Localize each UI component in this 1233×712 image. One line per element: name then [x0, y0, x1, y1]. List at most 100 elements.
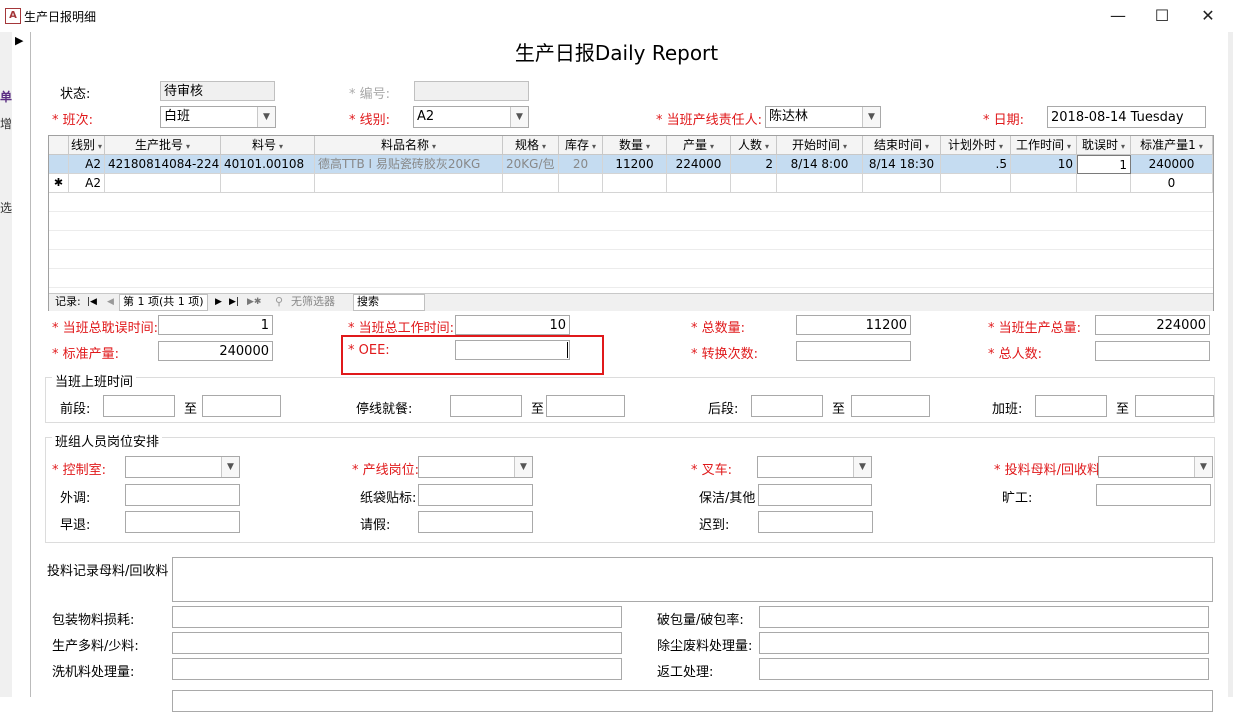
- rework-field[interactable]: [759, 658, 1209, 680]
- previous-record-icon[interactable]: ◀: [107, 294, 114, 310]
- select-all-corner[interactable]: [49, 136, 69, 155]
- chevron-down-icon[interactable]: ▼: [514, 457, 532, 477]
- table-cell[interactable]: [731, 174, 777, 193]
- filter-status[interactable]: 无筛选器: [291, 294, 335, 310]
- shift-combo[interactable]: 白班 ▼: [160, 106, 276, 128]
- table-cell[interactable]: [667, 174, 731, 193]
- dust-waste-field[interactable]: [759, 632, 1209, 654]
- table-cell[interactable]: 40101.00108: [221, 155, 315, 174]
- table-cell[interactable]: 0: [1131, 174, 1213, 193]
- new-record-nav-icon[interactable]: ▶✱: [247, 294, 261, 310]
- stop-start-field[interactable]: [450, 395, 522, 417]
- column-header[interactable]: 标准产量1 ▾: [1131, 136, 1213, 155]
- chevron-down-icon[interactable]: ▼: [1194, 457, 1212, 477]
- total-work-field[interactable]: 10: [455, 315, 570, 335]
- table-cell[interactable]: [1011, 174, 1077, 193]
- table-cell[interactable]: [1077, 174, 1131, 193]
- next-record-icon[interactable]: ▶: [215, 294, 222, 310]
- packaging-loss-field[interactable]: [172, 606, 622, 628]
- table-cell[interactable]: [105, 174, 221, 193]
- column-header[interactable]: 数量 ▾: [603, 136, 667, 155]
- table-cell[interactable]: [863, 174, 941, 193]
- back-end-field[interactable]: [851, 395, 930, 417]
- column-header[interactable]: 人数 ▾: [731, 136, 777, 155]
- total-qty-field[interactable]: 11200: [796, 315, 911, 335]
- table-cell[interactable]: [941, 174, 1011, 193]
- filter-icon[interactable]: ⚲: [275, 294, 283, 310]
- chevron-down-icon[interactable]: ▼: [257, 107, 275, 127]
- feed-material-combo[interactable]: ▼: [1098, 456, 1213, 478]
- column-header[interactable]: 料品名称 ▾: [315, 136, 503, 155]
- bag-label-field[interactable]: [418, 484, 533, 506]
- feed-record-field[interactable]: [172, 557, 1213, 602]
- column-header[interactable]: 耽误时 ▾: [1077, 136, 1131, 155]
- date-field[interactable]: 2018-08-14 Tuesday: [1047, 106, 1206, 128]
- column-header[interactable]: 结束时间 ▾: [863, 136, 941, 155]
- table-cell[interactable]: .5: [941, 155, 1011, 174]
- minimize-button[interactable]: —: [1098, 4, 1138, 28]
- chevron-down-icon[interactable]: ▼: [221, 457, 239, 477]
- maximize-button[interactable]: ☐: [1142, 4, 1182, 28]
- table-cell[interactable]: 8/14 8:00: [777, 155, 863, 174]
- table-cell[interactable]: 20KG/包: [503, 155, 559, 174]
- column-header[interactable]: 产量 ▾: [667, 136, 731, 155]
- close-button[interactable]: ✕: [1188, 4, 1228, 28]
- record-selector-bar[interactable]: [12, 32, 31, 697]
- column-header[interactable]: 生产批号 ▾: [105, 136, 221, 155]
- chevron-down-icon[interactable]: ▼: [853, 457, 871, 477]
- table-cell[interactable]: A2: [69, 174, 105, 193]
- total-people-field[interactable]: [1095, 341, 1210, 361]
- table-cell[interactable]: [503, 174, 559, 193]
- late-field[interactable]: [758, 511, 873, 533]
- table-cell[interactable]: [559, 174, 603, 193]
- front-end-field[interactable]: [202, 395, 281, 417]
- table-cell[interactable]: A2: [69, 155, 105, 174]
- control-room-combo[interactable]: ▼: [125, 456, 240, 478]
- vertical-scrollbar[interactable]: [1228, 32, 1233, 697]
- overtime-end-field[interactable]: [1135, 395, 1214, 417]
- record-position-field[interactable]: 第 1 项(共 1 项): [119, 294, 208, 311]
- table-cell[interactable]: 224000: [667, 155, 731, 174]
- production-post-combo[interactable]: ▼: [418, 456, 533, 478]
- last-record-icon[interactable]: ▶|: [229, 294, 239, 310]
- changeover-field[interactable]: [796, 341, 911, 361]
- total-delay-field[interactable]: 1: [158, 315, 273, 335]
- column-header[interactable]: 计划外时 ▾: [941, 136, 1011, 155]
- column-header[interactable]: 线别 ▾: [69, 136, 105, 155]
- table-cell[interactable]: [221, 174, 315, 193]
- column-header[interactable]: 规格 ▾: [503, 136, 559, 155]
- search-input[interactable]: 搜索: [353, 294, 425, 311]
- broken-bag-field[interactable]: [759, 606, 1209, 628]
- table-cell[interactable]: 德高TTB I 易贴瓷砖胶灰20KG: [315, 155, 503, 174]
- column-header[interactable]: 库存 ▾: [559, 136, 603, 155]
- table-cell[interactable]: 10: [1011, 155, 1077, 174]
- early-leave-field[interactable]: [125, 511, 240, 533]
- leader-combo[interactable]: 陈达林 ▼: [765, 106, 881, 128]
- absent-field[interactable]: [1096, 484, 1211, 506]
- chevron-down-icon[interactable]: ▼: [510, 107, 528, 127]
- forklift-combo[interactable]: ▼: [757, 456, 872, 478]
- column-header[interactable]: 工作时间 ▾: [1011, 136, 1077, 155]
- cleaning-field[interactable]: [758, 484, 872, 506]
- column-header[interactable]: 开始时间 ▾: [777, 136, 863, 155]
- back-start-field[interactable]: [751, 395, 823, 417]
- new-record-icon[interactable]: ✱: [49, 174, 69, 193]
- stop-end-field[interactable]: [546, 395, 625, 417]
- overtime-start-field[interactable]: [1035, 395, 1107, 417]
- row-selector[interactable]: [49, 155, 69, 174]
- table-cell[interactable]: [603, 174, 667, 193]
- table-cell[interactable]: [315, 174, 503, 193]
- column-header[interactable]: 料号 ▾: [221, 136, 315, 155]
- leave-field[interactable]: [418, 511, 533, 533]
- total-output-field[interactable]: 224000: [1095, 315, 1210, 335]
- table-cell[interactable]: [777, 174, 863, 193]
- chevron-down-icon[interactable]: ▼: [862, 107, 880, 127]
- line-combo[interactable]: A2 ▼: [413, 106, 529, 128]
- std-output-field[interactable]: 240000: [158, 341, 273, 361]
- next-field-partial[interactable]: [172, 690, 1213, 712]
- transfer-field[interactable]: [125, 484, 240, 506]
- table-cell[interactable]: 20: [559, 155, 603, 174]
- code-field[interactable]: [414, 81, 529, 101]
- extra-material-field[interactable]: [172, 632, 622, 654]
- table-cell[interactable]: 42180814084-224: [105, 155, 221, 174]
